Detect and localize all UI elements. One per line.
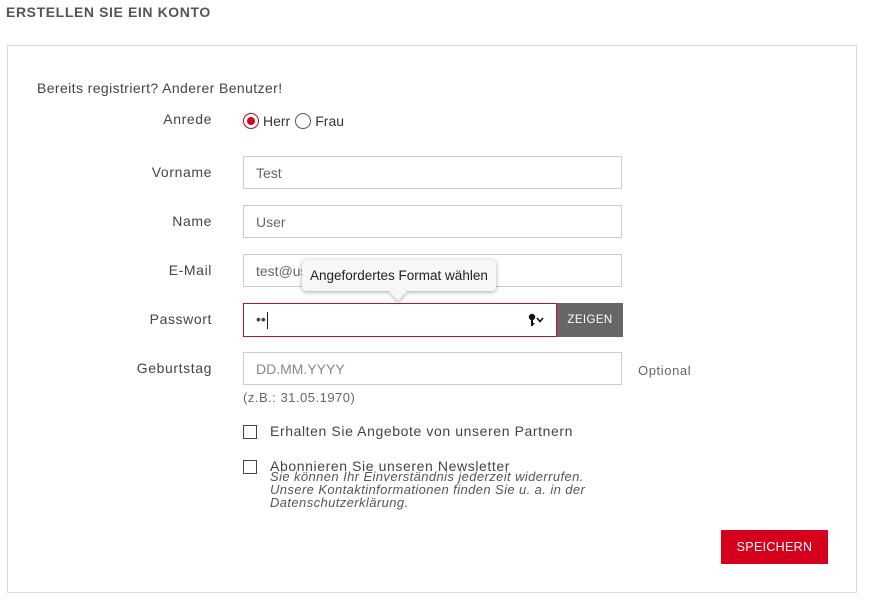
key-icon[interactable] [528, 313, 546, 332]
first-name-label: Vorname [151, 164, 212, 180]
password-field[interactable]: •• [243, 303, 557, 337]
login-hint[interactable]: Bereits registriert? Anderer Benutzer! [37, 80, 283, 96]
save-button[interactable]: SPEICHERN [721, 530, 828, 564]
birthday-example: (z.B.: 31.05.1970) [243, 390, 356, 405]
text-caret [267, 312, 268, 329]
page-title: ERSTELLEN SIE EIN KONTO [6, 4, 211, 20]
salutation-radio-group: Herr Frau [243, 113, 349, 129]
format-tooltip: Angefordertes Format wählen [302, 260, 496, 301]
optional-hint: Optional [638, 363, 692, 378]
partner-offers-checkbox[interactable] [243, 425, 257, 439]
birthday-label: Geburtstag [136, 360, 212, 376]
birthday-field[interactable] [243, 352, 622, 385]
radio-frau-label[interactable]: Frau [315, 113, 344, 129]
password-masked-value: •• [256, 311, 266, 327]
partner-offers-label[interactable]: Erhalten Sie Angebote von unseren Partne… [270, 423, 573, 439]
password-label: Passwort [149, 311, 212, 327]
salutation-label: Anrede [163, 111, 212, 127]
last-name-label: Name [172, 213, 212, 229]
radio-frau[interactable] [295, 113, 312, 129]
newsletter-note: Sie können Ihr Einverständnis jederzeit … [270, 469, 586, 510]
first-name-field[interactable] [243, 156, 622, 189]
show-password-button[interactable]: ZEIGEN [557, 303, 623, 337]
radio-selected-dot [247, 117, 255, 125]
tooltip-text: Angefordertes Format wählen [310, 268, 488, 283]
newsletter-checkbox[interactable] [243, 460, 257, 474]
email-label: E-Mail [168, 262, 212, 278]
last-name-field[interactable] [243, 205, 622, 238]
radio-herr[interactable] [243, 113, 259, 129]
radio-herr-label[interactable]: Herr [263, 113, 290, 129]
